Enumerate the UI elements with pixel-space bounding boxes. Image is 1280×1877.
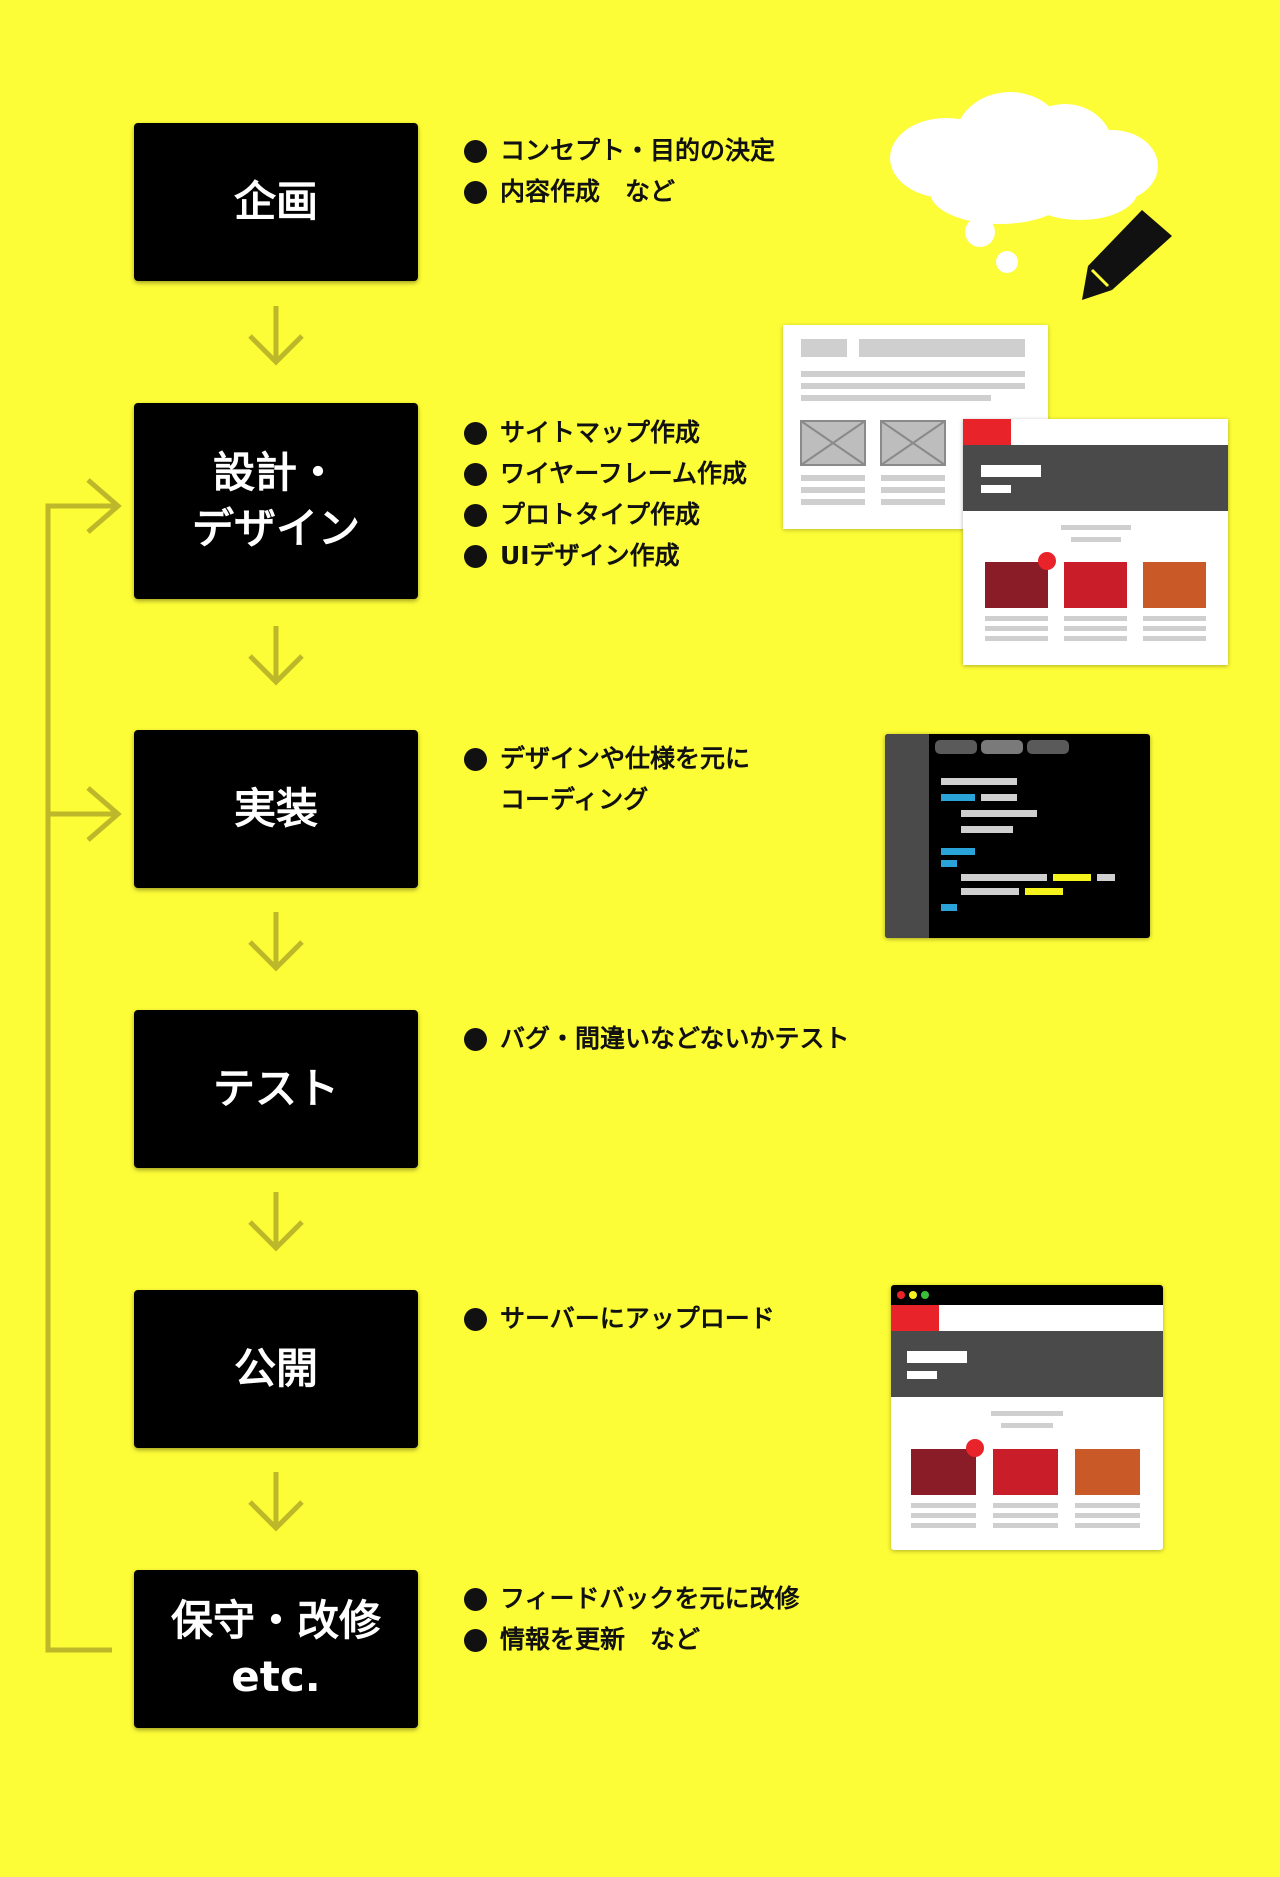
bullet-item: 情報を更新 など [464, 1619, 800, 1660]
ui-design-illustration [963, 419, 1228, 665]
step-maintenance-bullets: フィードバックを元に改修 情報を更新 など [464, 1578, 800, 1660]
down-arrow-icon [248, 626, 304, 686]
step-design-title-line2: デザイン [191, 504, 360, 553]
step-design-title-line1: 設計・ [212, 448, 339, 497]
bullet-item: サイトマップ作成 [464, 412, 747, 453]
workflow-diagram: 企画 コンセプト・目的の決定 内容作成 など 設計・ デザイン サイトマップ作成… [0, 0, 1280, 1877]
step-design: 設計・ デザイン [134, 403, 418, 599]
bullet-item: 内容作成 など [464, 171, 775, 212]
step-design-bullets: サイトマップ作成 ワイヤーフレーム作成 プロトタイプ作成 UIデザイン作成 [464, 412, 747, 576]
bullet-item: UIデザイン作成 [464, 535, 747, 576]
step-planning: 企画 [134, 123, 418, 281]
bullet-item: フィードバックを元に改修 [464, 1578, 800, 1619]
bullet-item: バグ・間違いなどないかテスト [464, 1018, 850, 1059]
step-planning-bullets: コンセプト・目的の決定 内容作成 など [464, 130, 775, 212]
bullet-item: サーバーにアップロード [464, 1298, 775, 1339]
pencil-icon [1082, 210, 1172, 300]
step-implementation-title: 実装 [233, 784, 318, 833]
step-maintenance: 保守・改修 etc. [134, 1570, 418, 1728]
step-test-bullets: バグ・間違いなどないかテスト [464, 1018, 850, 1059]
step-maintenance-title-line1: 保守・改修 [170, 1596, 381, 1645]
step-test-title: テスト [212, 1064, 339, 1113]
bullet-item: コンセプト・目的の決定 [464, 130, 775, 171]
step-release-title: 公開 [233, 1344, 318, 1393]
step-maintenance-title-line2: etc. [231, 1652, 321, 1701]
step-implementation: 実装 [134, 730, 418, 888]
bullet-item: デザインや仕様を元に [464, 738, 750, 779]
bullet-item-continuation: コーディング [500, 785, 649, 814]
down-arrow-icon [248, 1472, 304, 1532]
bullet-item: ワイヤーフレーム作成 [464, 453, 747, 494]
step-test: テスト [134, 1010, 418, 1168]
code-editor-illustration [885, 734, 1150, 938]
down-arrow-icon [248, 912, 304, 972]
step-release: 公開 [134, 1290, 418, 1448]
website-illustration [891, 1285, 1163, 1550]
step-planning-title: 企画 [233, 177, 318, 226]
step-release-bullets: サーバーにアップロード [464, 1298, 775, 1339]
step-implementation-bullets: デザインや仕様を元に コーディング [464, 738, 750, 820]
down-arrow-icon [248, 306, 304, 366]
down-arrow-icon [248, 1192, 304, 1252]
bullet-item: プロトタイプ作成 [464, 494, 747, 535]
